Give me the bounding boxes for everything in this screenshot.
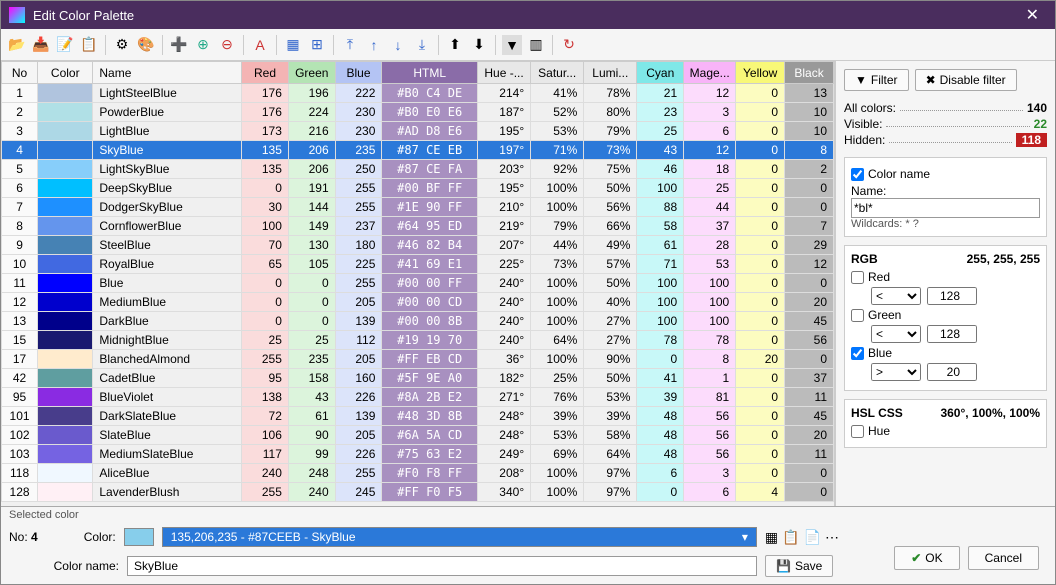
col-red[interactable]: Red	[242, 62, 289, 84]
col-green[interactable]: Green	[288, 62, 335, 84]
color-label: Color:	[46, 530, 116, 544]
disable-filter-button[interactable]: ✖ Disable filter	[915, 69, 1017, 91]
table-row[interactable]: 5LightSkyBlue135206250#87 CE FA203°92%75…	[2, 160, 834, 179]
red-checkbox[interactable]	[851, 271, 864, 284]
tiles-icon[interactable]: ⊞	[307, 35, 327, 55]
table-row[interactable]: 42CadetBlue95158160#5F 9E A0182°25%50%41…	[2, 369, 834, 388]
grid-icon[interactable]: ▦	[283, 35, 303, 55]
no-label: No: 4	[9, 530, 38, 544]
col-no[interactable]: No	[2, 62, 38, 84]
palette-icon[interactable]: 🎨	[136, 35, 156, 55]
table-row[interactable]: 13DarkBlue00139#00 00 8B240°100%27%10010…	[2, 312, 834, 331]
app-icon	[9, 7, 25, 23]
color-combo[interactable]: 135,206,235 - #87CEEB - SkyBlue▾	[162, 527, 757, 547]
import-icon[interactable]: 📥	[31, 35, 51, 55]
filter-stats: All colors:140 Visible:22 Hidden:118	[844, 99, 1047, 149]
table-row[interactable]: 103MediumSlateBlue11799226#75 63 E2249°6…	[2, 445, 834, 464]
table-row[interactable]: 15MidnightBlue2525112#19 19 70240°64%27%…	[2, 331, 834, 350]
more-icon[interactable]: ⋯	[825, 529, 839, 546]
refresh-icon[interactable]: ↻	[559, 35, 579, 55]
cancel-button[interactable]: Cancel	[968, 546, 1039, 570]
color-grid[interactable]: No Color Name Red Green Blue HTML Hue -.…	[1, 61, 835, 506]
move-bottom-icon[interactable]: ⤓	[412, 35, 432, 55]
table-row[interactable]: 2PowderBlue176224230#B0 E0 E6187°52%80%2…	[2, 103, 834, 122]
table-row[interactable]: 6DeepSkyBlue0191255#00 BF FF195°100%50%1…	[2, 179, 834, 198]
color-name-checkbox[interactable]	[851, 168, 864, 181]
red-op-select[interactable]: <	[871, 287, 921, 305]
paste-mini-icon[interactable]: 📄	[804, 529, 821, 546]
col-cyan[interactable]: Cyan	[637, 62, 684, 84]
colorname-label: Color name:	[49, 559, 119, 573]
col-html[interactable]: HTML	[382, 62, 478, 84]
move-up-icon[interactable]: ↑	[364, 35, 384, 55]
copy-mini-icon[interactable]: 📋	[782, 529, 799, 546]
col-blue[interactable]: Blue	[335, 62, 382, 84]
sort-asc-icon[interactable]: ⬆	[445, 35, 465, 55]
copy-icon[interactable]: 📋	[79, 35, 99, 55]
close-icon[interactable]: ✕	[1018, 5, 1047, 25]
table-row[interactable]: 3LightBlue173216230#AD D8 E6195°53%79%25…	[2, 122, 834, 141]
col-yel[interactable]: Yellow	[736, 62, 785, 84]
green-op-select[interactable]: <	[871, 325, 921, 343]
filter-name-group: Color name Name: Wildcards: * ?	[844, 157, 1047, 237]
toolbar: 📂 📥 📝 📋 ⚙ 🎨 ➕ ⊕ ⊖ A ▦ ⊞ ⤒ ↑ ↓ ⤓ ⬆ ⬇ ▼ ▥ …	[1, 29, 1055, 61]
filter-hsl-group: HSL CSS360°, 100%, 100% Hue	[844, 399, 1047, 448]
green-value-input[interactable]	[927, 325, 977, 343]
table-row[interactable]: 4SkyBlue135206235#87 CE EB197°71%73%4312…	[2, 141, 834, 160]
ok-button[interactable]: ✔ OK	[894, 546, 959, 570]
table-row[interactable]: 8CornflowerBlue100149237#64 95 ED219°79%…	[2, 217, 834, 236]
table-row[interactable]: 11Blue00255#00 00 FF240°100%50%10010000	[2, 274, 834, 293]
red-value-input[interactable]	[927, 287, 977, 305]
col-color[interactable]: Color	[38, 62, 93, 84]
blue-checkbox[interactable]	[851, 347, 864, 360]
save-button[interactable]: 💾 Save	[765, 555, 833, 577]
col-name[interactable]: Name	[93, 62, 242, 84]
add-icon[interactable]: ➕	[169, 35, 189, 55]
footer: Selected color No: 4 Color: 135,206,235 …	[1, 506, 1055, 584]
move-top-icon[interactable]: ⤒	[340, 35, 360, 55]
table-row[interactable]: 128LavenderBlush255240245#FF F0 F5340°10…	[2, 483, 834, 502]
table-row[interactable]: 95BlueViolet13843226#8A 2B E2271°76%53%3…	[2, 388, 834, 407]
table-row[interactable]: 7DodgerSkyBlue30144255#1E 90 FF210°100%5…	[2, 198, 834, 217]
titlebar: Edit Color Palette ✕	[1, 1, 1055, 29]
text-color-icon[interactable]: A	[250, 35, 270, 55]
col-mag[interactable]: Mage...	[684, 62, 736, 84]
open-icon[interactable]: 📂	[7, 35, 27, 55]
filter-panel: ▼ Filter ✖ Disable filter All colors:140…	[835, 61, 1055, 506]
selected-header: Selected color	[1, 507, 1055, 523]
selected-swatch	[124, 528, 154, 546]
color-name-input[interactable]	[127, 556, 757, 576]
green-checkbox[interactable]	[851, 309, 864, 322]
col-lum[interactable]: Lumi...	[584, 62, 637, 84]
table-row[interactable]: 12MediumBlue00205#00 00 CD240°100%40%100…	[2, 293, 834, 312]
insert-icon[interactable]: ⊕	[193, 35, 213, 55]
sort-desc-icon[interactable]: ⬇	[469, 35, 489, 55]
table-row[interactable]: 17BlanchedAlmond255235205#FF EB CD36°100…	[2, 350, 834, 369]
table-row[interactable]: 10RoyalBlue65105225#41 69 E1225°73%57%71…	[2, 255, 834, 274]
palette-mini-icon[interactable]: ▦	[765, 529, 778, 546]
filter-icon[interactable]: ▼	[502, 35, 522, 55]
table-row[interactable]: 102SlateBlue10690205#6A 5A CD248°53%58%4…	[2, 426, 834, 445]
filter-rgb-group: RGB255, 255, 255 Red < Green < Blue >	[844, 245, 1047, 391]
remove-icon[interactable]: ⊖	[217, 35, 237, 55]
col-hue[interactable]: Hue -...	[478, 62, 531, 84]
edit-icon[interactable]: 📝	[55, 35, 75, 55]
table-row[interactable]: 9SteelBlue70130180#46 82 B4207°44%49%612…	[2, 236, 834, 255]
table-row[interactable]: 101DarkSlateBlue7261139#48 3D 8B248°39%3…	[2, 407, 834, 426]
col-sat[interactable]: Satur...	[531, 62, 584, 84]
hue-checkbox[interactable]	[851, 425, 864, 438]
table-row[interactable]: 118AliceBlue240248255#F0 F8 FF208°100%97…	[2, 464, 834, 483]
blue-op-select[interactable]: >	[871, 363, 921, 381]
columns-icon[interactable]: ▥	[526, 35, 546, 55]
move-down-icon[interactable]: ↓	[388, 35, 408, 55]
filter-button[interactable]: ▼ Filter	[844, 69, 909, 91]
wheel-icon[interactable]: ⚙	[112, 35, 132, 55]
blue-value-input[interactable]	[927, 363, 977, 381]
name-filter-input[interactable]	[851, 198, 1040, 218]
table-row[interactable]: 1LightSteelBlue176196222#B0 C4 DE214°41%…	[2, 84, 834, 103]
col-blk[interactable]: Black	[785, 62, 834, 84]
window-title: Edit Color Palette	[33, 8, 1018, 23]
